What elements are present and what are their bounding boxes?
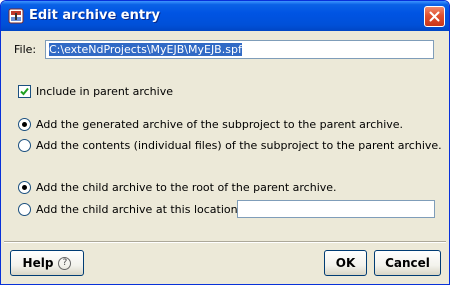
file-label: File: — [14, 43, 37, 56]
location-option-root[interactable]: Add the child archive to the root of the… — [18, 179, 337, 195]
help-button-label: Help — [22, 256, 54, 270]
button-separator — [4, 241, 446, 243]
app-icon — [8, 8, 24, 24]
title-bar[interactable]: Edit archive entry — [1, 1, 449, 31]
radio-root-label: Add the child archive to the root of the… — [36, 180, 337, 194]
checkmark-icon — [20, 87, 29, 95]
radio-custom-location-label: Add the child archive at this location: — [36, 202, 242, 216]
include-in-parent-checkbox[interactable] — [18, 84, 31, 98]
radio-contents[interactable] — [18, 138, 31, 152]
help-icon: ? — [58, 256, 72, 270]
close-button[interactable] — [424, 6, 445, 27]
file-field-value: C:\exteNdProjects\MyEJB\MyEJB.spf — [49, 43, 242, 56]
help-button[interactable]: Help ? — [10, 250, 84, 276]
file-field[interactable]: C:\exteNdProjects\MyEJB\MyEJB.spf — [45, 40, 434, 59]
include-in-parent-checkbox-row[interactable]: Include in parent archive — [18, 83, 173, 99]
cancel-button[interactable]: Cancel — [374, 250, 441, 276]
location-field[interactable] — [237, 200, 435, 218]
archive-mode-option-generated[interactable]: Add the generated archive of the subproj… — [18, 116, 403, 132]
radio-generated-archive-label: Add the generated archive of the subproj… — [36, 117, 404, 131]
include-in-parent-label: Include in parent archive — [36, 84, 173, 98]
dialog-window: Edit archive entry File: C:\exteNdProjec… — [0, 0, 450, 285]
window-title: Edit archive entry — [29, 8, 160, 23]
location-option-custom[interactable]: Add the child archive at this location: — [18, 201, 241, 217]
radio-custom-location[interactable] — [18, 202, 31, 216]
radio-generated-archive[interactable] — [18, 117, 31, 131]
dialog-content: File: C:\exteNdProjects\MyEJB\MyEJB.spf … — [4, 31, 446, 241]
archive-mode-option-contents[interactable]: Add the contents (individual files) of t… — [18, 137, 442, 153]
radio-root[interactable] — [18, 180, 31, 194]
ok-button[interactable]: OK — [324, 250, 367, 276]
radio-contents-label: Add the contents (individual files) of t… — [36, 138, 442, 152]
close-icon — [429, 11, 440, 22]
